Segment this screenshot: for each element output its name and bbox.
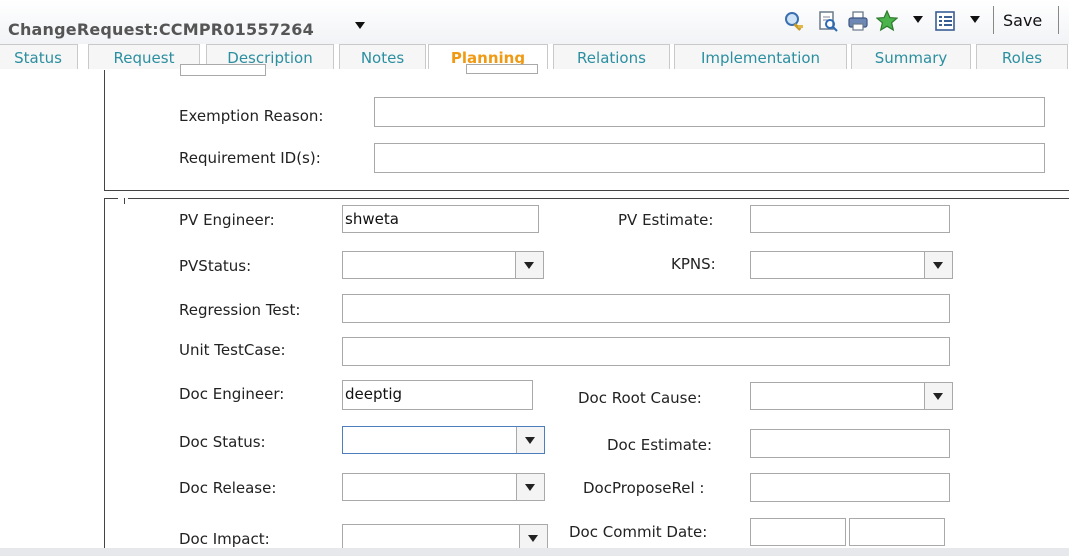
- doc-engineer-label: Doc Engineer:: [179, 385, 285, 403]
- unit-testcase-field[interactable]: [342, 337, 950, 366]
- section-divider: [104, 190, 1069, 191]
- bottom-scroll-edge: [0, 548, 1069, 556]
- kpns-label: KPNS:: [671, 255, 716, 273]
- section-divider: [104, 70, 105, 191]
- list-view-icon[interactable]: [934, 10, 956, 32]
- tab-summary[interactable]: Summary: [851, 44, 971, 69]
- regression-test-label: Regression Test:: [179, 301, 301, 319]
- doc-commit-date-field[interactable]: [750, 518, 846, 546]
- chevron-down-icon[interactable]: [516, 427, 544, 453]
- doc-release-label: Doc Release:: [179, 479, 277, 497]
- doc-impact-label: Doc Impact:: [179, 530, 270, 548]
- section-divider: [104, 198, 118, 199]
- doc-status-label: Doc Status:: [179, 433, 266, 451]
- exemption-reason-label: Exemption Reason:: [179, 107, 324, 125]
- preview-icon[interactable]: [817, 10, 839, 32]
- chevron-down-icon[interactable]: [516, 474, 544, 500]
- tab-status[interactable]: Status: [0, 44, 78, 69]
- kpns-select[interactable]: [750, 251, 953, 279]
- doc-propose-rel-label: DocProposeRel :: [583, 479, 705, 497]
- scrolled-field-partial[interactable]: [466, 64, 538, 74]
- doc-root-cause-select[interactable]: [750, 382, 953, 410]
- tab-roles[interactable]: Roles: [976, 44, 1068, 69]
- tab-implementation[interactable]: Implementation: [674, 44, 847, 69]
- pv-estimate-label: PV Estimate:: [618, 211, 714, 229]
- pv-engineer-label: PV Engineer:: [179, 211, 275, 229]
- search-key-icon[interactable]: [783, 10, 805, 32]
- exemption-reason-field[interactable]: [374, 97, 1045, 127]
- doc-root-cause-label: Doc Root Cause:: [578, 389, 702, 407]
- title-menu-chevron-down-icon[interactable]: [355, 22, 365, 29]
- record-title: ChangeRequest:CCMPR01557264: [8, 20, 314, 39]
- list-menu-chevron-down-icon[interactable]: [970, 16, 980, 23]
- doc-propose-rel-field[interactable]: [750, 473, 950, 502]
- app-header: ChangeRequest:CCMPR01557264 Save: [0, 0, 1069, 44]
- section-divider: [128, 198, 1069, 199]
- unit-testcase-label: Unit TestCase:: [179, 341, 286, 359]
- doc-engineer-field[interactable]: deeptig: [342, 380, 533, 410]
- toolbar-divider: [993, 6, 994, 34]
- requirement-ids-label: Requirement ID(s):: [179, 149, 321, 167]
- doc-status-select[interactable]: [342, 426, 545, 454]
- pv-engineer-field[interactable]: shweta: [342, 205, 539, 233]
- scrolled-select-partial[interactable]: [180, 64, 266, 76]
- doc-estimate-label: Doc Estimate:: [607, 436, 713, 454]
- planning-form: Exemption Reason: Requirement ID(s): PV …: [0, 64, 1069, 556]
- favorite-menu-chevron-down-icon[interactable]: [913, 16, 923, 23]
- pv-estimate-field[interactable]: [750, 205, 950, 233]
- save-button[interactable]: Save: [1003, 11, 1042, 30]
- tab-relations[interactable]: Relations: [553, 44, 670, 69]
- section-divider: [124, 198, 125, 204]
- doc-release-select[interactable]: [342, 473, 545, 501]
- requirement-ids-field[interactable]: [374, 143, 1045, 173]
- pv-status-label: PVStatus:: [179, 257, 252, 275]
- regression-test-field[interactable]: [342, 294, 950, 323]
- tab-notes[interactable]: Notes: [339, 44, 426, 69]
- print-icon[interactable]: [847, 10, 869, 32]
- favorite-star-icon[interactable]: [876, 10, 898, 32]
- chevron-down-icon[interactable]: [515, 252, 543, 278]
- pv-status-select[interactable]: [342, 251, 544, 279]
- section-divider: [104, 198, 105, 556]
- chevron-down-icon[interactable]: [924, 383, 952, 409]
- chevron-down-icon[interactable]: [924, 252, 952, 278]
- toolbar-divider: [1058, 6, 1059, 34]
- doc-commit-time-field[interactable]: [849, 518, 945, 546]
- doc-commit-date-label: Doc Commit Date:: [569, 523, 708, 541]
- doc-estimate-field[interactable]: [750, 429, 950, 458]
